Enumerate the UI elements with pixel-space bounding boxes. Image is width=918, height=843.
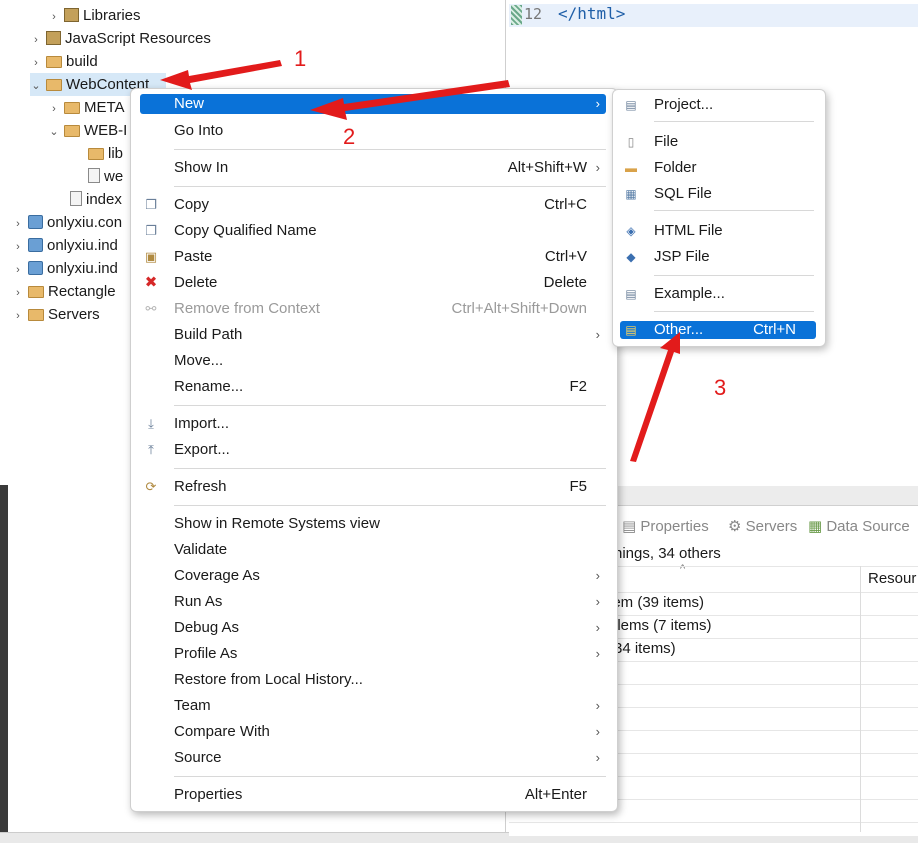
annotation-arrow-3 [630, 332, 680, 462]
annotation-arrow-1 [160, 60, 282, 90]
annotation-step-2: 2 [343, 124, 356, 149]
annotation-step-1: 1 [294, 46, 307, 71]
annotation-arrow-2 [310, 80, 510, 120]
annotation-step-3: 3 [714, 375, 727, 400]
annotation-overlay [160, 60, 680, 462]
